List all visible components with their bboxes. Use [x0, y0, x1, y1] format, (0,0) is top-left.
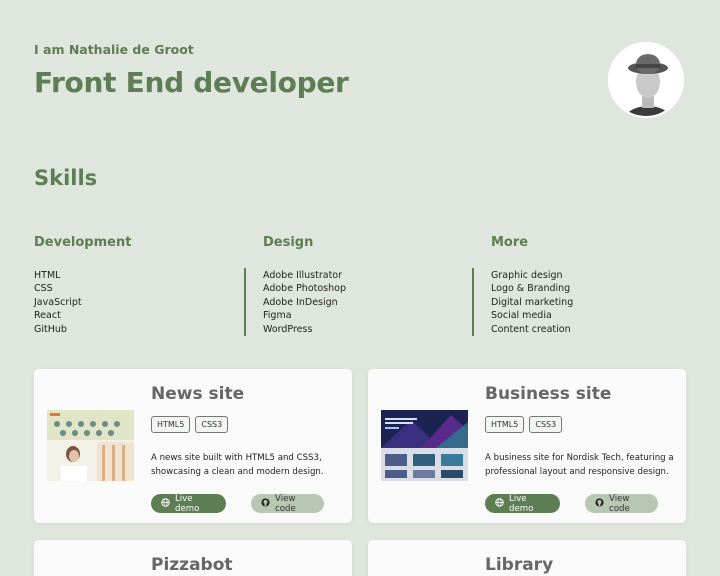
- view-code-label: View code: [275, 493, 296, 514]
- skill-item: React: [34, 310, 61, 322]
- skill-item: GitHub: [34, 323, 67, 335]
- skill-item: Digital marketing: [491, 296, 574, 308]
- skill-item: Adobe InDesign: [263, 296, 338, 308]
- skill-item: Logo & Branding: [491, 283, 571, 295]
- tag-badge: HTML5: [151, 416, 191, 433]
- project-title: Library: [485, 555, 554, 575]
- skill-item: Graphic design: [491, 270, 563, 281]
- skill-column-title: Development: [34, 235, 132, 250]
- column-divider: [472, 268, 474, 336]
- skill-item: Figma: [263, 310, 292, 322]
- column-divider: [244, 268, 246, 336]
- view-code-label: View code: [609, 493, 630, 514]
- globe-icon: [495, 497, 504, 510]
- project-thumbnail: [47, 410, 134, 481]
- project-card-library: Library: [368, 540, 686, 576]
- avatar: [608, 42, 684, 118]
- live-demo-label: Live demo: [509, 493, 534, 514]
- skill-column-design: Design Adobe Illustrator Adobe Photoshop…: [263, 235, 483, 336]
- skill-item: WordPress: [263, 323, 313, 335]
- live-demo-button[interactable]: Live demo: [151, 493, 226, 514]
- project-title: News site: [151, 384, 245, 404]
- tag-badge: HTML5: [485, 416, 525, 433]
- skill-column-title: Design: [263, 235, 314, 250]
- live-demo-label: Live demo: [175, 493, 200, 514]
- tag-list: HTML5 CSS3: [151, 416, 229, 433]
- intro-text: I am Nathalie de Groot: [34, 42, 194, 57]
- project-description: A business site for Nordisk Tech, featur…: [485, 453, 674, 477]
- skill-item: Content creation: [491, 323, 571, 335]
- project-thumbnail: [381, 410, 468, 481]
- skill-column-title: More: [491, 235, 529, 250]
- view-code-button[interactable]: View code: [585, 493, 658, 514]
- skill-item: CSS: [34, 283, 53, 295]
- page-title: Front End developer: [34, 66, 349, 99]
- project-card-business-site: Business site HTML5 CSS3 A business site…: [368, 369, 686, 523]
- tag-list: HTML5 CSS3: [485, 416, 563, 433]
- github-icon: [595, 497, 604, 510]
- project-title: Business site: [485, 384, 612, 404]
- skill-column-more: More Graphic design Logo & Branding Digi…: [491, 235, 711, 336]
- skill-item: Social media: [491, 310, 552, 322]
- skill-item: Adobe Illustrator: [263, 270, 343, 281]
- skill-item: JavaScript: [34, 296, 82, 308]
- tag-badge: CSS3: [195, 416, 229, 433]
- skill-column-development: Development HTML CSS JavaScript React Gi…: [34, 235, 254, 336]
- skill-item: Adobe Photoshop: [263, 283, 346, 295]
- project-card-pizzabot: Pizzabot: [34, 540, 352, 576]
- skill-item: HTML: [34, 270, 61, 281]
- tag-badge: CSS3: [529, 416, 563, 433]
- project-description: A news site built with HTML5 and CSS3, s…: [151, 453, 324, 477]
- globe-icon: [161, 497, 170, 510]
- skills-heading: Skills: [34, 166, 98, 190]
- github-icon: [261, 497, 270, 510]
- view-code-button[interactable]: View code: [251, 493, 324, 514]
- project-title: Pizzabot: [151, 555, 233, 575]
- project-card-news-site: News site HTML5 CSS3 A news site built w…: [34, 369, 352, 523]
- live-demo-button[interactable]: Live demo: [485, 493, 560, 514]
